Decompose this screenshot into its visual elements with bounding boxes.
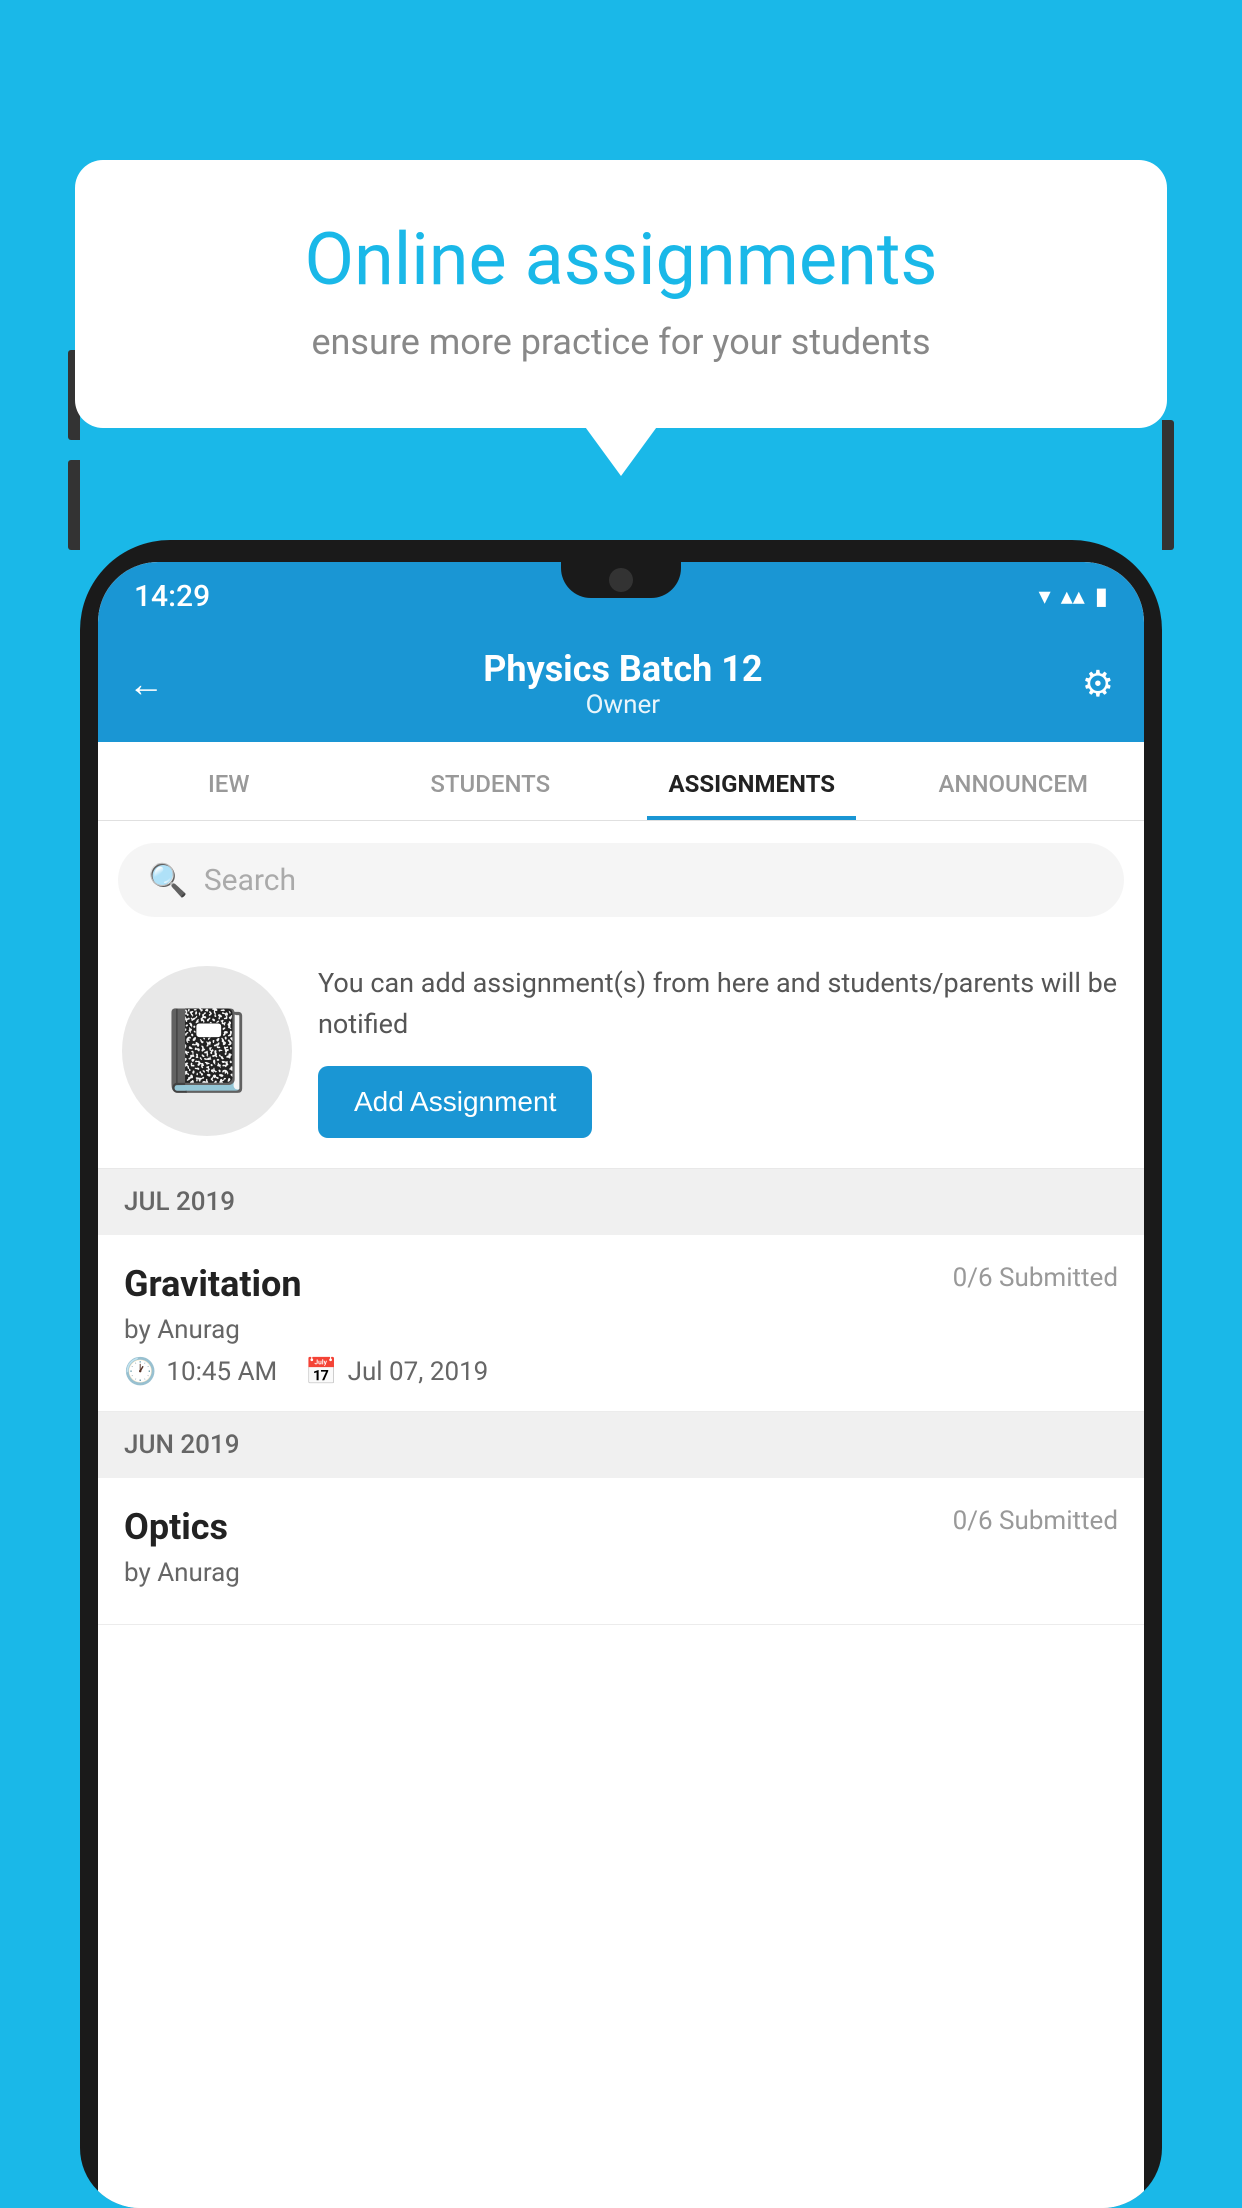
phone-volume-down — [68, 460, 80, 550]
batch-name: Physics Batch 12 — [483, 648, 762, 690]
tab-students[interactable]: STUDENTS — [360, 742, 622, 820]
front-camera — [609, 568, 633, 592]
wifi-icon: ▾ — [1039, 582, 1051, 610]
assignment-illustration: 📓 — [122, 966, 292, 1136]
promo-title: Online assignments — [145, 220, 1097, 299]
promo-section: Online assignments ensure more practice … — [75, 160, 1167, 428]
assignment-item-optics[interactable]: Optics 0/6 Submitted by Anurag — [98, 1478, 1144, 1625]
settings-icon[interactable]: ⚙ — [1082, 663, 1114, 705]
assignment-by: by Anurag — [124, 1315, 1118, 1345]
phone-screen: 14:29 ▾ ▴▴ ▮ ← Physics Batch 12 Owner ⚙ … — [98, 562, 1144, 2208]
clock-icon: 🕐 — [124, 1357, 156, 1387]
back-button[interactable]: ← — [128, 663, 164, 705]
header-title-block: Physics Batch 12 Owner — [483, 648, 762, 720]
assignment-time: 🕐 10:45 AM — [124, 1357, 277, 1387]
assignment-submitted-optics: 0/6 Submitted — [953, 1506, 1118, 1536]
calendar-icon: 📅 — [305, 1357, 337, 1387]
speech-bubble: Online assignments ensure more practice … — [75, 160, 1167, 428]
assignment-info: You can add assignment(s) from here and … — [318, 963, 1120, 1138]
assignment-item-top: Gravitation 0/6 Submitted — [124, 1263, 1118, 1305]
assignment-name-optics: Optics — [124, 1506, 228, 1548]
phone-power-button — [1162, 420, 1174, 550]
assignment-name: Gravitation — [124, 1263, 302, 1305]
signal-icon: ▴▴ — [1061, 582, 1085, 610]
promo-subtitle: ensure more practice for your students — [145, 321, 1097, 363]
assignment-date: 📅 Jul 07, 2019 — [305, 1357, 488, 1387]
month-header-jun: JUN 2019 — [98, 1412, 1144, 1478]
add-assignment-panel: 📓 You can add assignment(s) from here an… — [98, 939, 1144, 1169]
assignment-item-gravitation[interactable]: Gravitation 0/6 Submitted by Anurag 🕐 10… — [98, 1235, 1144, 1412]
search-icon: 🔍 — [148, 861, 188, 899]
add-assignment-button[interactable]: Add Assignment — [318, 1066, 592, 1138]
tabs-bar: IEW STUDENTS ASSIGNMENTS ANNOUNCEM — [98, 742, 1144, 821]
phone-frame: 14:29 ▾ ▴▴ ▮ ← Physics Batch 12 Owner ⚙ … — [80, 540, 1162, 2208]
notebook-icon: 📓 — [157, 1004, 257, 1098]
month-header-jul: JUL 2019 — [98, 1169, 1144, 1235]
assignment-submitted: 0/6 Submitted — [953, 1263, 1118, 1293]
tab-announcements[interactable]: ANNOUNCEM — [883, 742, 1145, 820]
tab-iew[interactable]: IEW — [98, 742, 360, 820]
assignment-time-value: 10:45 AM — [166, 1357, 277, 1387]
status-icons: ▾ ▴▴ ▮ — [1039, 582, 1108, 610]
assignment-date-value: Jul 07, 2019 — [348, 1357, 489, 1387]
user-role: Owner — [483, 690, 762, 720]
tab-assignments[interactable]: ASSIGNMENTS — [621, 742, 883, 820]
assignment-description: You can add assignment(s) from here and … — [318, 963, 1120, 1044]
assignment-by-optics: by Anurag — [124, 1558, 1118, 1588]
search-bar[interactable]: 🔍 Search — [118, 843, 1124, 917]
assignment-item-top-optics: Optics 0/6 Submitted — [124, 1506, 1118, 1548]
content-area: 🔍 Search 📓 You can add assignment(s) fro… — [98, 821, 1144, 2208]
assignment-meta: 🕐 10:45 AM 📅 Jul 07, 2019 — [124, 1357, 1118, 1387]
status-time: 14:29 — [134, 579, 210, 614]
battery-icon: ▮ — [1095, 582, 1108, 610]
app-header: ← Physics Batch 12 Owner ⚙ — [98, 630, 1144, 742]
search-placeholder: Search — [204, 863, 296, 898]
phone-notch — [561, 562, 681, 598]
